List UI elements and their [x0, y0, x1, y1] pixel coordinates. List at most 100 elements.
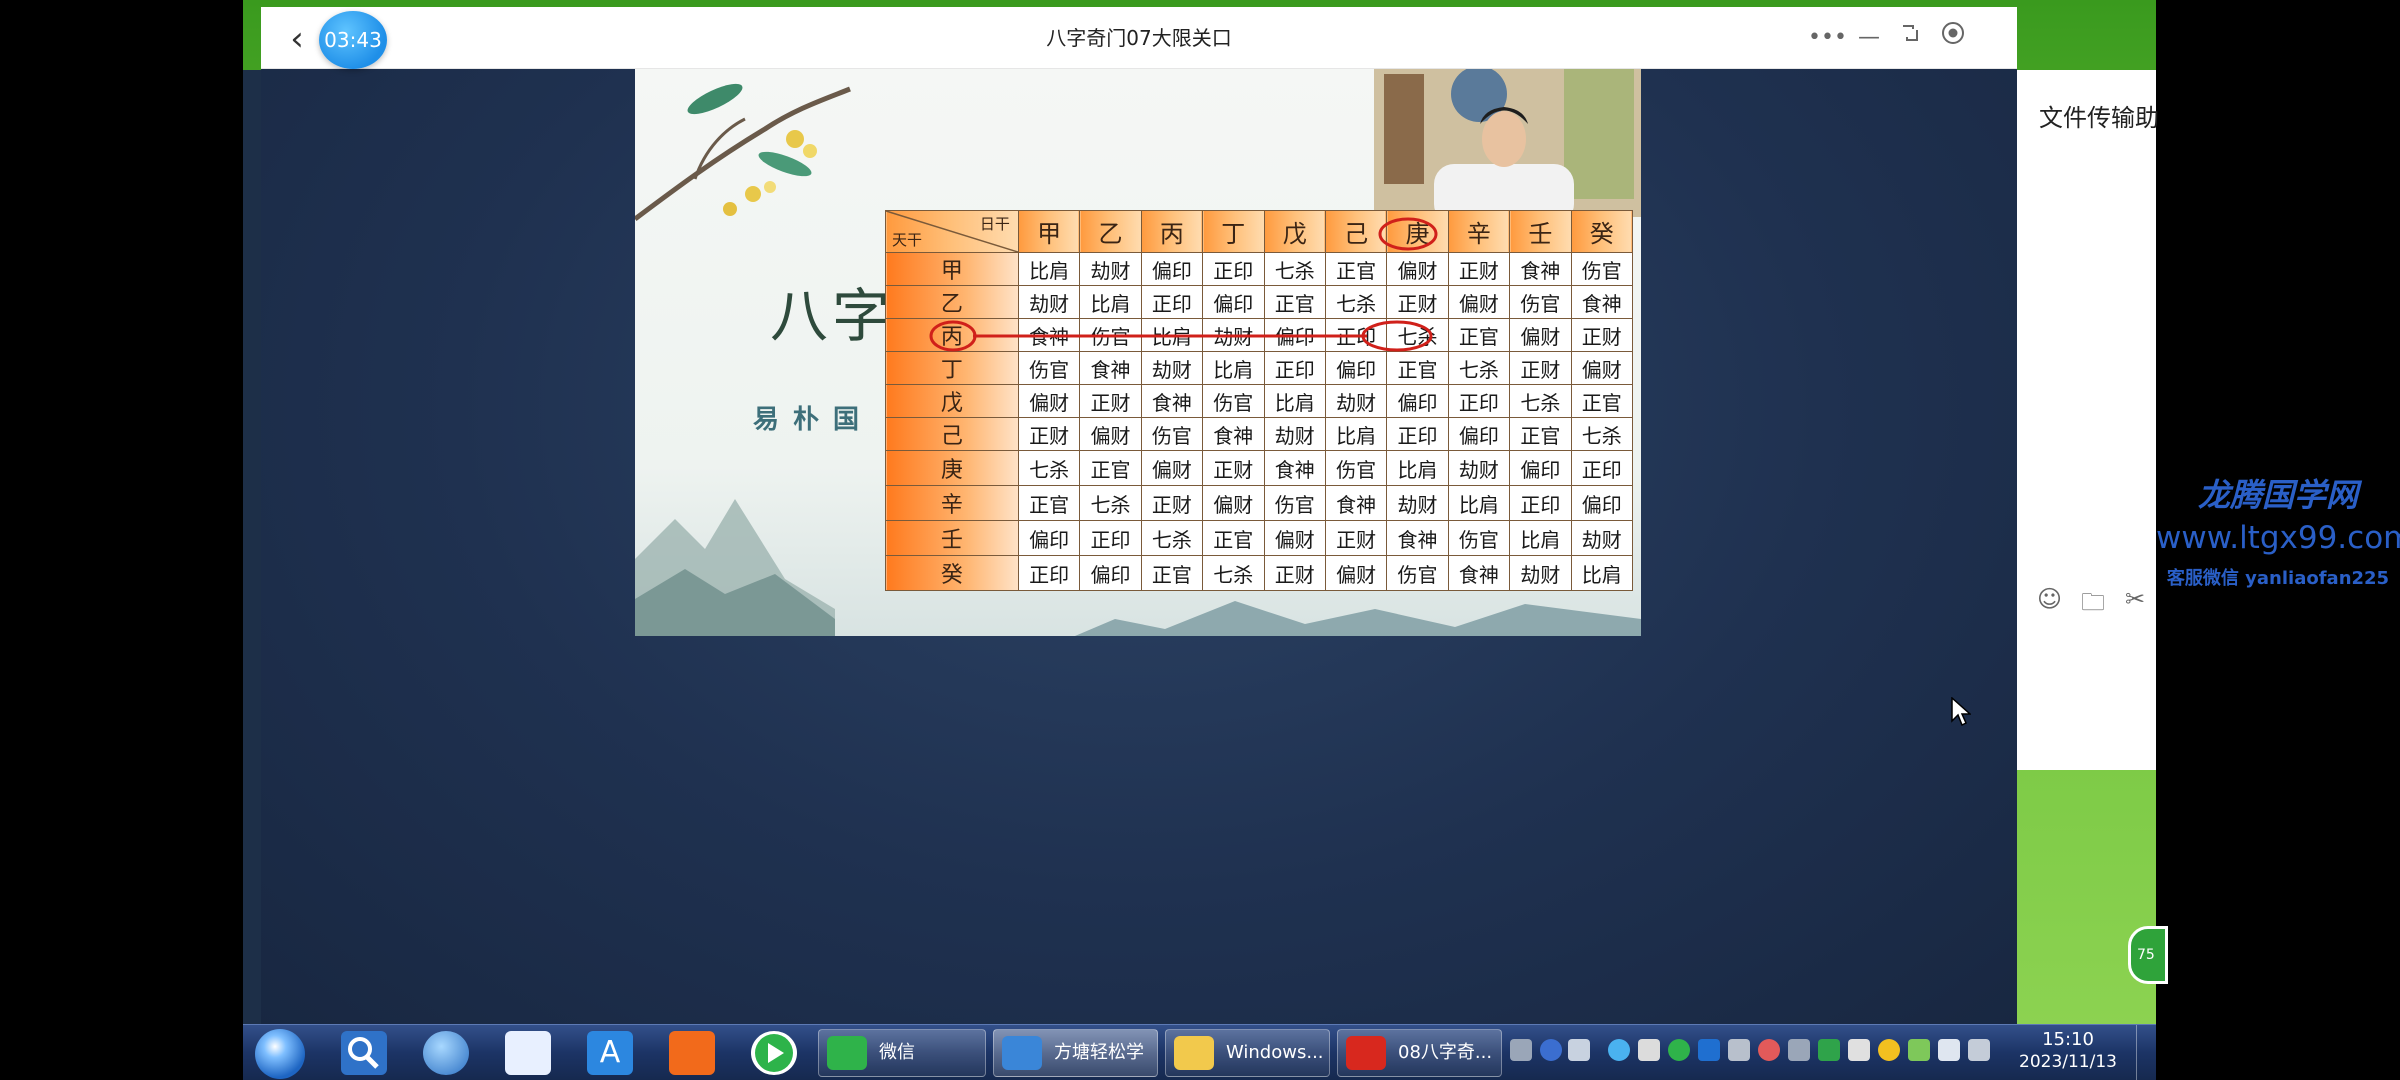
app-icon	[1002, 1036, 1042, 1070]
table-cell: 七杀	[1324, 285, 1388, 319]
corner-label-stem: 天干	[892, 231, 923, 249]
tool-icon[interactable]	[1788, 1039, 1810, 1061]
usb-icon[interactable]	[1568, 1039, 1590, 1061]
store-icon[interactable]	[505, 1031, 551, 1075]
show-desktop-button[interactable]	[2136, 1025, 2156, 1080]
table-row: 壬偏印 正印 七杀 正官 偏财 正财 食神 伤官 比肩 劫财	[885, 520, 1634, 556]
column-header: 丁	[1202, 210, 1265, 253]
table-body: 甲比肩 劫财 偏印 正印 七杀 正官 偏财 正财 食神 伤官乙劫财 比肩 正印 偏印 正官 七杀 正财 偏财 伤官…	[885, 252, 1634, 591]
table-cell: 劫财	[1263, 417, 1326, 451]
table-cell: 劫财	[1509, 555, 1572, 591]
column-header: 癸	[1570, 210, 1634, 253]
table-cell: 正官	[1202, 520, 1265, 556]
scissors-icon[interactable]: ✂	[2125, 585, 2145, 613]
bluetooth-icon[interactable]	[1698, 1039, 1720, 1061]
shield-icon[interactable]	[1818, 1039, 1840, 1061]
table-cell: 正官	[1324, 252, 1388, 286]
network-icon[interactable]	[1728, 1039, 1750, 1061]
table-row: 丁伤官 食神 劫财 比肩 正印 偏印 正官 七杀 正财 偏财	[885, 351, 1634, 385]
start-button[interactable]	[255, 1029, 305, 1079]
table-cell: 食神	[1140, 384, 1204, 418]
table-cell: 伤官	[1324, 450, 1388, 486]
table-row: 乙劫财 比肩 正印 偏印 正官 七杀 正财 偏财 伤官 食神	[885, 285, 1634, 319]
keyboard-icon[interactable]	[1510, 1039, 1532, 1061]
table-cell: 劫财	[1386, 485, 1449, 521]
flag-icon[interactable]	[1908, 1039, 1930, 1061]
chat-toolbar: ☺ 🗀 ✂	[2037, 585, 2147, 616]
more-icon[interactable]: •••	[1808, 21, 1847, 55]
table-cell: 正印	[1079, 520, 1142, 556]
table-cell: 七杀	[1202, 555, 1265, 591]
table-cell: 伤官	[1263, 485, 1326, 521]
wps-icon	[1346, 1036, 1386, 1070]
table-cell: 正财	[1017, 417, 1081, 451]
notes-icon[interactable]	[1638, 1039, 1660, 1061]
task-wechat[interactable]: 微信	[818, 1029, 986, 1077]
media-player-icon[interactable]	[751, 1031, 797, 1075]
record-icon[interactable]	[1936, 21, 1970, 55]
app-store-icon[interactable]: A	[587, 1031, 633, 1075]
table-cell: 偏印	[1017, 520, 1081, 556]
table-cell: 食神	[1017, 318, 1081, 352]
mouse-cursor-icon	[1951, 697, 1971, 727]
table-cell: 偏财	[1570, 351, 1634, 385]
column-header: 戊	[1263, 210, 1326, 253]
pdf-icon[interactable]	[669, 1031, 715, 1075]
table-cell: 劫财	[1570, 520, 1634, 556]
task-wps[interactable]: 08八字奇...	[1337, 1029, 1502, 1077]
table-cell: 正财	[1570, 318, 1634, 352]
table-cell: 七杀	[1509, 384, 1572, 418]
presenter-image-icon	[1374, 69, 1641, 217]
table-cell: 劫财	[1079, 252, 1142, 286]
help-icon[interactable]	[1540, 1039, 1562, 1061]
emoji-icon[interactable]: ☺	[2037, 585, 2062, 613]
watermark: 龙腾国学网 www.ltgx99.com 客服微信 yanliaofan225	[2156, 470, 2400, 590]
ten-gods-table: 日干 天干 甲 乙 丙 丁 戊 己 庚 辛 壬 癸 甲比肩 劫财 偏印 正印 七杀 正官偏…	[885, 210, 1634, 591]
volume-icon[interactable]	[1938, 1039, 1960, 1061]
table-cell: 七杀	[1079, 485, 1142, 521]
table-row: 戊偏财 正财 食神 伤官 比肩 劫财 偏印 正印 七杀 正官	[885, 384, 1634, 418]
chat-side-panel: 文件传输助 ☺ 🗀 ✂	[2017, 70, 2159, 770]
wechat-icon	[827, 1036, 867, 1070]
column-header: 庚	[1386, 210, 1449, 253]
table-cell: 伤官	[1447, 520, 1511, 556]
table-cell: 正印	[1140, 285, 1204, 319]
search-icon[interactable]	[341, 1031, 387, 1075]
table-cell: 劫财	[1140, 351, 1204, 385]
slide-subtitle: 易朴国	[753, 405, 874, 435]
table-cell: 食神	[1079, 351, 1142, 385]
restore-icon[interactable]	[1893, 21, 1927, 55]
task-learning-app[interactable]: 方塘轻松学	[993, 1029, 1158, 1077]
system-tray	[1510, 1033, 2010, 1073]
mountain-decoration-icon	[635, 499, 835, 636]
wechat-tray-icon[interactable]	[1668, 1039, 1690, 1061]
table-cell: 比肩	[1079, 285, 1142, 319]
settings-icon[interactable]	[1848, 1039, 1870, 1061]
task-explorer[interactable]: Windows...	[1165, 1029, 1330, 1077]
table-cell: 比肩	[1509, 520, 1572, 556]
table-cell: 七杀	[1140, 520, 1204, 556]
browser-icon[interactable]	[423, 1031, 469, 1075]
row-header: 己	[885, 417, 1019, 451]
floating-badge[interactable]: 75	[2128, 926, 2168, 984]
security-icon[interactable]	[1758, 1039, 1780, 1061]
corner-header: 日干 天干	[885, 210, 1019, 253]
table-cell: 伤官	[1079, 318, 1142, 352]
display-icon[interactable]	[1968, 1039, 1990, 1061]
table-cell: 伤官	[1202, 384, 1265, 418]
table-cell: 正财	[1509, 351, 1572, 385]
folder-icon[interactable]: 🗀	[2081, 585, 2105, 626]
row-header: 甲	[885, 252, 1019, 286]
row-header: 庚	[885, 450, 1019, 486]
cloud-icon[interactable]	[1608, 1039, 1630, 1061]
row-header: 癸	[885, 555, 1019, 591]
clock[interactable]: 15:10 2023/11/13	[2013, 1029, 2123, 1072]
plus-icon[interactable]	[1878, 1039, 1900, 1061]
table-cell: 食神	[1324, 485, 1388, 521]
title-bar: ‹ 03:43 八字奇门07大限关口 ••• —	[261, 7, 2017, 69]
table-cell: 伤官	[1509, 285, 1572, 319]
minimize-icon[interactable]: —	[1852, 21, 1886, 55]
table-cell: 劫财	[1447, 450, 1511, 486]
table-cell: 比肩	[1386, 450, 1449, 486]
table-cell: 正印	[1570, 450, 1634, 486]
